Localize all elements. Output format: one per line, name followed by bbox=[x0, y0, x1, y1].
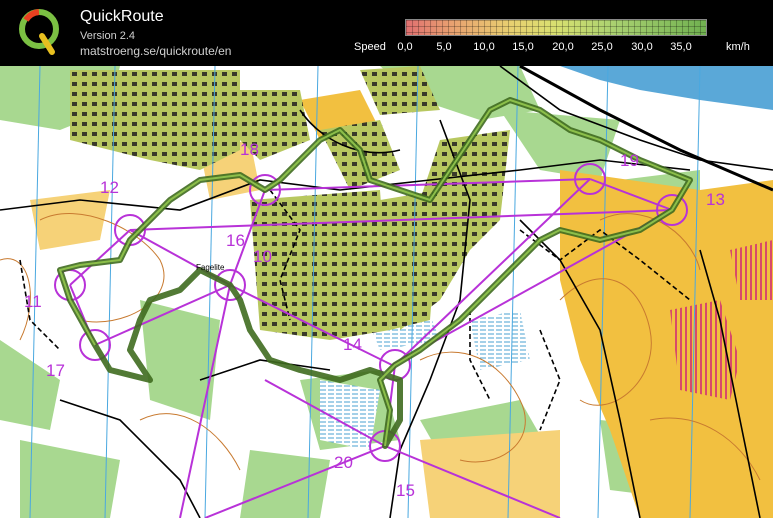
control-number-18: 18 bbox=[240, 140, 259, 159]
speed-tick: 15,0 bbox=[512, 41, 534, 53]
speed-color-scale bbox=[405, 19, 707, 36]
control-number-16: 16 bbox=[226, 231, 245, 250]
app-version: Version 2.4 bbox=[80, 30, 136, 42]
quickroute-logo-icon bbox=[19, 9, 59, 55]
control-number-14: 14 bbox=[343, 335, 362, 354]
control-number-11: 11 bbox=[24, 292, 42, 311]
orienteering-map[interactable]: 10 11 12 13 14 15 16 17 18 19 20 Fagelit… bbox=[0, 66, 773, 518]
control-number-19: 19 bbox=[620, 151, 639, 170]
place-label: Fagelite bbox=[196, 263, 225, 272]
speed-tick: 25,0 bbox=[591, 41, 613, 53]
speed-tick: 10,0 bbox=[473, 41, 495, 53]
speed-tick: 30,0 bbox=[631, 41, 653, 53]
header-bar: QuickRoute Version 2.4 matstroeng.se/qui… bbox=[0, 0, 773, 66]
control-number-10: 10 bbox=[253, 247, 272, 266]
app-url: matstroeng.se/quickroute/en bbox=[80, 44, 232, 58]
marsh-area bbox=[470, 310, 530, 370]
control-number-12: 12 bbox=[100, 178, 119, 197]
app-title: QuickRoute bbox=[80, 8, 164, 25]
control-number-13: 13 bbox=[706, 190, 725, 209]
control-number-20: 20 bbox=[334, 453, 353, 472]
speed-unit: km/h bbox=[726, 41, 750, 53]
control-number-15: 15 bbox=[396, 481, 415, 500]
speed-tick: 0,0 bbox=[397, 41, 413, 53]
speed-label: Speed bbox=[354, 41, 386, 53]
speed-tick: 20,0 bbox=[552, 41, 574, 53]
speed-tick: 5,0 bbox=[436, 41, 452, 53]
control-number-17: 17 bbox=[46, 361, 65, 380]
speed-tick: 35,0 bbox=[670, 41, 692, 53]
